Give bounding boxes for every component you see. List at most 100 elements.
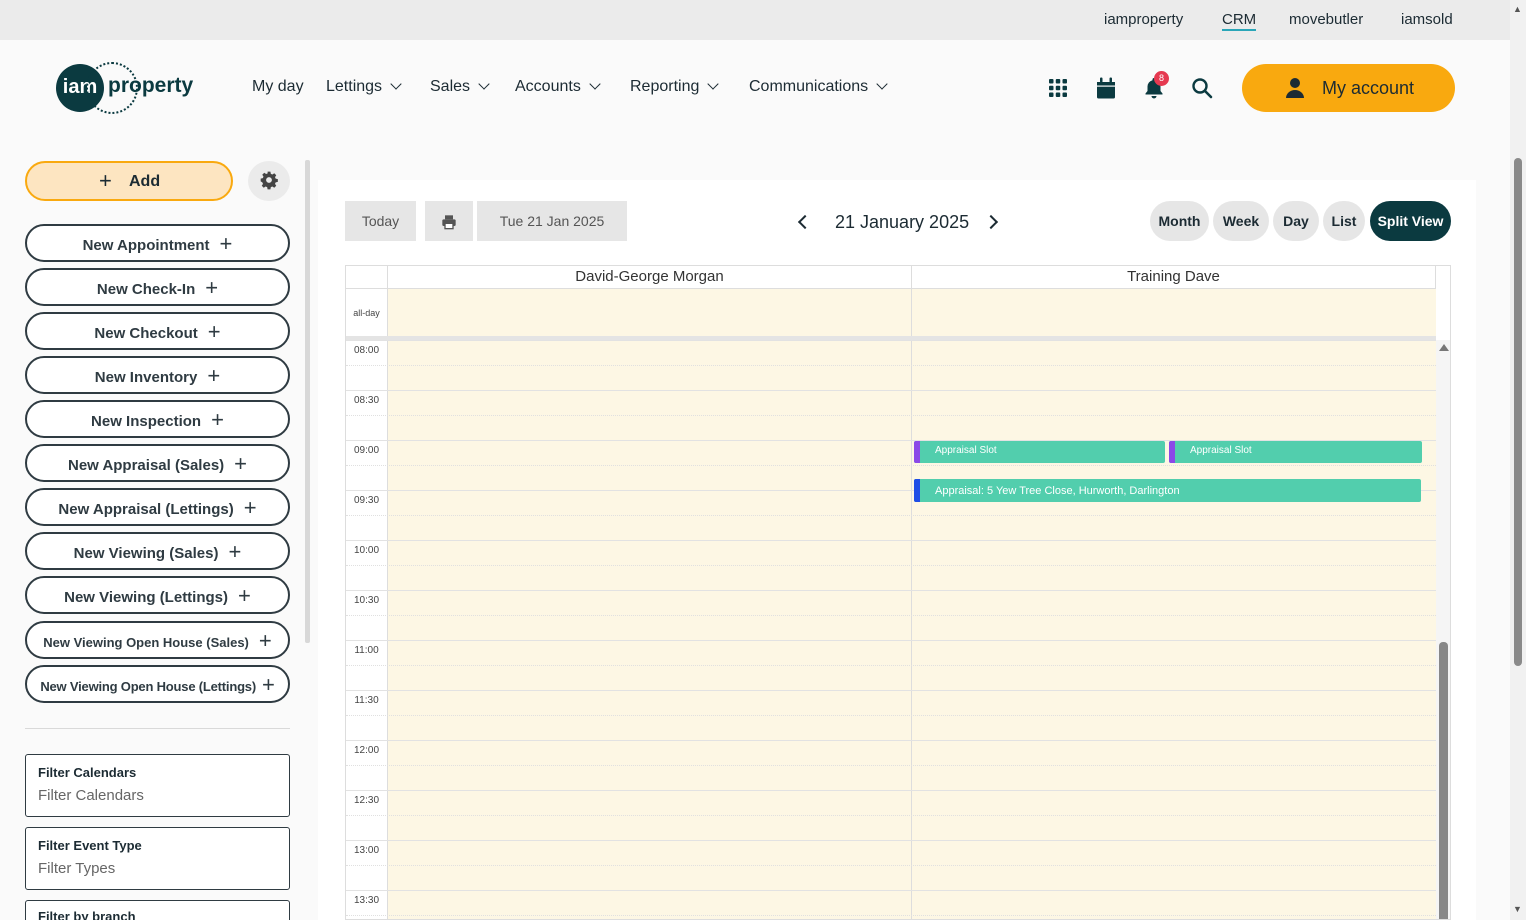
view-split-button[interactable]: Split View [1370, 201, 1451, 241]
time-label: 08:00 [353, 345, 380, 356]
user-icon [1286, 78, 1304, 98]
new-checkout-button[interactable]: New Checkout + [25, 312, 290, 350]
logo-word: property [108, 74, 194, 97]
add-button[interactable]: + Add [25, 161, 233, 201]
calendar-event[interactable]: Appraisal Slot [914, 441, 1165, 463]
today-button[interactable]: Today [345, 201, 416, 241]
print-icon [442, 214, 456, 229]
time-label: 08:30 [353, 395, 380, 406]
calendar-event[interactable]: Appraisal Slot [1169, 441, 1422, 463]
top-link-iamproperty[interactable]: iamproperty [1104, 11, 1183, 28]
view-day-button[interactable]: Day [1273, 201, 1319, 241]
scroll-up-arrow-icon[interactable] [1439, 344, 1449, 351]
filter-branch-label: Filter by branch [38, 909, 136, 920]
chevron-down-icon [589, 78, 601, 90]
all-day-cell-training-dave[interactable] [911, 289, 1436, 337]
new-appraisal-sales-button[interactable]: New Appraisal (Sales) + [25, 444, 290, 482]
filter-calendars-input[interactable] [38, 787, 278, 804]
time-slot-line [346, 390, 1436, 415]
new-inventory-button[interactable]: New Inventory + [25, 356, 290, 394]
time-slot-line [346, 365, 1436, 390]
calendar-event[interactable]: Appraisal: 5 Yew Tree Close, Hurworth, D… [914, 478, 1421, 502]
column-header-david-george-morgan: David-George Morgan [387, 266, 911, 288]
time-slot-line [346, 765, 1436, 790]
new-appointment-button[interactable]: New Appointment + [25, 224, 290, 262]
scroll-down-arrow-icon[interactable]: ▼ [1513, 904, 1522, 914]
new-viewing-open-house-sales-button[interactable]: New Viewing Open House (Sales) + [25, 621, 290, 659]
nav-my-day[interactable]: My day [252, 78, 304, 96]
time-slot-line [346, 690, 1436, 715]
search-icon[interactable] [1190, 76, 1214, 100]
time-slot-line [346, 915, 1436, 919]
page-scrollbar[interactable]: ▲ ▼ [1510, 0, 1526, 920]
chevron-down-icon [390, 78, 402, 90]
event-color-bar [914, 441, 920, 463]
time-label: 09:00 [353, 445, 380, 456]
notification-badge: 8 [1154, 71, 1169, 86]
nav-lettings[interactable]: Lettings [326, 78, 402, 96]
calendar-title: 21 January 2025 [835, 212, 970, 232]
top-link-movebutler[interactable]: movebutler [1289, 11, 1363, 28]
time-label: 12:00 [353, 745, 380, 756]
nav-reporting[interactable]: Reporting [630, 78, 720, 96]
filter-calendars-label: Filter Calendars [38, 765, 137, 780]
nav-sales[interactable]: Sales [430, 78, 490, 96]
filter-event-type-input[interactable] [38, 860, 278, 877]
calendar-scrollbar-thumb[interactable] [1439, 642, 1448, 919]
time-slot-line [346, 415, 1436, 440]
top-link-iamsold[interactable]: iamsold [1401, 11, 1453, 28]
time-label: 13:00 [353, 845, 380, 856]
time-label: 12:30 [353, 795, 380, 806]
print-button[interactable] [425, 201, 473, 241]
scroll-up-arrow-icon[interactable]: ▲ [1513, 4, 1522, 14]
sidebar-resizer[interactable] [305, 160, 310, 643]
filter-calendars[interactable]: Filter Calendars [25, 754, 290, 817]
time-slot-line [346, 790, 1436, 815]
time-slot-line [346, 865, 1436, 890]
filter-event-type[interactable]: Filter Event Type [25, 827, 290, 890]
plus-icon: + [234, 451, 248, 476]
settings-button[interactable] [248, 161, 290, 201]
calendar-icon[interactable] [1094, 76, 1118, 100]
new-viewing-open-house-lettings-button[interactable]: New Viewing Open House (Lettings) + [25, 665, 290, 703]
view-month-button[interactable]: Month [1150, 201, 1209, 241]
top-links-bar: iamproperty CRM movebutler iamsold [0, 0, 1510, 40]
nav-communications[interactable]: Communications [749, 78, 888, 96]
time-slot-line [346, 840, 1436, 865]
all-day-cell-david-george-morgan[interactable] [387, 289, 911, 337]
add-label: Add [129, 173, 161, 190]
new-check-in-button[interactable]: New Check-In + [25, 268, 290, 306]
event-title: Appraisal: 5 Yew Tree Close, Hurworth, D… [935, 484, 1180, 497]
calendar-scrollbar[interactable] [1436, 340, 1450, 919]
event-title: Appraisal Slot [935, 445, 997, 456]
time-label: 11:00 [354, 645, 379, 656]
time-grid: 08:00 08:30 09:00 09:30 10:00 10:30 11:00 11:30… [346, 340, 1436, 919]
gear-icon [260, 171, 278, 189]
plus-icon: + [228, 539, 242, 564]
time-slot-line [346, 540, 1436, 565]
apps-grid-icon[interactable] [1046, 76, 1070, 100]
date-picker-button[interactable]: Tue 21 Jan 2025 [477, 201, 627, 241]
column-header-training-dave: Training Dave [911, 266, 1435, 288]
time-label: 13:30 [353, 895, 380, 906]
iamproperty-logo[interactable]: iam property [56, 62, 206, 114]
plus-icon: + [258, 628, 272, 653]
time-slot-line [346, 715, 1436, 740]
page-scrollbar-thumb[interactable] [1514, 158, 1522, 666]
new-inspection-button[interactable]: New Inspection + [25, 400, 290, 438]
all-day-label: all-day [353, 308, 380, 318]
nav-accounts[interactable]: Accounts [515, 78, 601, 96]
time-slot-line [346, 340, 1436, 365]
new-viewing-lettings-button[interactable]: New Viewing (Lettings) + [25, 576, 290, 614]
filter-branch[interactable]: Filter by branch [25, 900, 290, 920]
plus-icon: + [211, 407, 224, 432]
new-viewing-sales-button[interactable]: New Viewing (Sales) + [25, 532, 290, 570]
top-link-crm[interactable]: CRM [1222, 11, 1257, 31]
new-appraisal-lettings-button[interactable]: New Appraisal (Lettings) + [25, 488, 290, 526]
my-account-button[interactable]: My account [1242, 64, 1455, 112]
all-day-row: all-day [346, 288, 1436, 337]
view-week-button[interactable]: Week [1213, 201, 1269, 241]
time-slot-line [346, 640, 1436, 665]
view-list-button[interactable]: List [1323, 201, 1365, 241]
time-label: 10:00 [353, 545, 380, 556]
